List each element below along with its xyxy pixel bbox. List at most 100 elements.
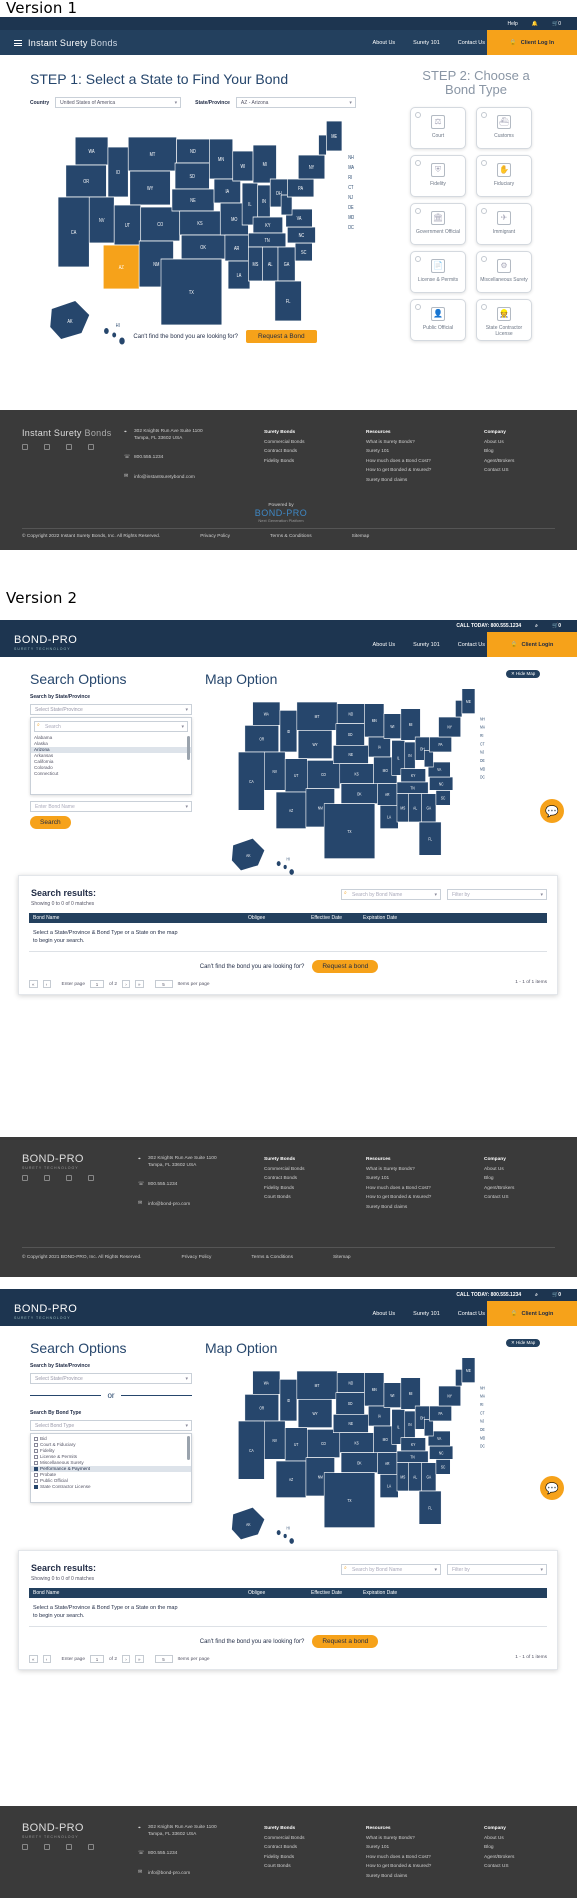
facebook-icon[interactable] (22, 1175, 28, 1181)
state-label[interactable]: MA (348, 165, 354, 171)
bond-type-card[interactable]: 👤 Public Official (410, 299, 466, 341)
footer-link[interactable]: Contract Bonds (264, 1174, 305, 1184)
footer-link[interactable]: Contract Bonds (264, 1843, 305, 1853)
state-label[interactable]: CT (348, 185, 353, 191)
bond-type-card[interactable]: ⛨ Fidelity (410, 155, 466, 197)
twitter-icon[interactable] (44, 444, 50, 450)
col-obligee[interactable]: Obligee (248, 1590, 311, 1596)
state-label[interactable]: NJ (348, 195, 353, 201)
powered-by-logo[interactable]: BOND-PRO (254, 508, 308, 518)
footer-email[interactable]: info@bond-pro.com (148, 1869, 217, 1879)
bond-type-card[interactable]: ✋ Fiduciary (476, 155, 532, 197)
first-page-button[interactable]: « (29, 1655, 38, 1663)
nav-about[interactable]: About Us (373, 40, 396, 46)
request-bond-button[interactable]: Request a bond (312, 960, 379, 973)
checkbox[interactable] (34, 1442, 38, 1447)
nav-surety101[interactable]: Surety 101 (413, 40, 440, 46)
type-select[interactable]: Select Bond Type (30, 1420, 192, 1431)
footer-link[interactable]: What is Surety Bonds? (366, 1834, 431, 1844)
per-page-select[interactable]: 5 (154, 1655, 173, 1663)
footer-link[interactable]: Contract Bonds (264, 447, 305, 457)
state-wv[interactable] (280, 194, 293, 216)
footer-link[interactable]: About Us (484, 438, 514, 448)
checkbox[interactable] (34, 1466, 38, 1471)
us-map-v2b[interactable]: WA OR CA ID NV MT WY UT AZ CO NM ND SD NE KS OK TX MN IA MO… (200, 1356, 520, 1556)
footer-link[interactable]: Agent/Brokers (484, 457, 514, 467)
state-label[interactable]: MD (480, 767, 485, 771)
footer-link[interactable]: Surety 101 (366, 1174, 431, 1184)
radio[interactable] (415, 112, 421, 118)
last-page-button[interactable]: » (135, 1655, 144, 1663)
state-hi[interactable] (276, 861, 281, 867)
client-login-button[interactable]: 🔒 Client Login (487, 632, 577, 657)
help-link[interactable]: Help (507, 21, 517, 27)
bond-type-card[interactable]: 🏛 Government Official (410, 203, 466, 245)
bondpro-logo[interactable]: BOND-PRO SURETY TECHNOLOGY (14, 634, 77, 654)
chat-icon[interactable]: 💬 (540, 1476, 564, 1500)
bond-type-card[interactable]: 👷 State Contractor License (476, 299, 532, 341)
col-bond-name[interactable]: Bond Name (33, 1590, 248, 1596)
state-hi[interactable] (289, 1538, 294, 1544)
page-input[interactable]: 1 (90, 1655, 104, 1663)
call-today[interactable]: CALL TODAY: 800.555.1234 (456, 1292, 521, 1298)
footer-link[interactable]: How to get Bonded & Insured? (366, 1862, 431, 1872)
footer-link[interactable]: Surety Bond claims (366, 1203, 431, 1213)
dropdown-scrollbar[interactable] (187, 736, 190, 760)
state-label[interactable]: CT (480, 742, 485, 746)
cart-icon[interactable]: 🛒0 (552, 623, 561, 629)
results-search-input[interactable]: Search by Bond Name (341, 1564, 441, 1575)
hide-map-button[interactable]: ✕ Hide Map (506, 670, 541, 678)
linkedin-icon[interactable] (66, 1844, 72, 1850)
state-label[interactable]: RI (480, 734, 483, 738)
state-label[interactable]: MA (480, 1394, 485, 1398)
footer-link[interactable]: Surety Bond claims (366, 476, 431, 486)
radio[interactable] (481, 208, 487, 214)
call-today[interactable]: CALL TODAY: 800.555.1234 (456, 623, 521, 629)
state-hi[interactable] (283, 864, 287, 870)
state-select[interactable]: AZ - Arizona (235, 97, 356, 108)
radio[interactable] (481, 160, 487, 166)
linkedin-icon[interactable] (66, 1175, 72, 1181)
cart-icon[interactable]: 🛒0 (552, 21, 561, 27)
state-vt[interactable] (455, 700, 463, 718)
state-wv[interactable] (424, 750, 434, 768)
youtube-icon[interactable] (88, 1175, 94, 1181)
youtube-icon[interactable] (88, 1844, 94, 1850)
linkedin-icon[interactable] (66, 444, 72, 450)
col-effective[interactable]: Effective Date (311, 915, 363, 921)
nav-surety101[interactable]: Surety 101 (413, 642, 440, 648)
per-page-select[interactable]: 5 (154, 980, 173, 988)
footer-phone[interactable]: 800.555.1234 (148, 1180, 217, 1190)
state-vt[interactable] (455, 1369, 463, 1387)
footer-link[interactable]: Contact US (484, 466, 514, 476)
state-option[interactable]: Connecticut (31, 771, 191, 777)
first-page-button[interactable]: « (29, 980, 38, 988)
filter-select[interactable]: Filter by (447, 1564, 547, 1575)
state-label[interactable]: DE (348, 205, 353, 211)
state-vt[interactable] (318, 134, 327, 156)
bond-type-card[interactable]: 📄 License & Permits (410, 251, 466, 293)
footer-phone[interactable]: 800.555.1234 (148, 1849, 217, 1859)
nav-contact[interactable]: Contact Us (458, 40, 485, 46)
footer-logo[interactable]: BOND-PRO SURETY TECHNOLOGY (22, 1154, 84, 1173)
terms-link[interactable]: Terms & Conditions (251, 1255, 293, 1260)
bell-icon[interactable]: 🔔 (532, 21, 538, 27)
radio[interactable] (481, 112, 487, 118)
footer-link[interactable]: About Us (484, 1834, 514, 1844)
request-bond-button[interactable]: Request a Bond (245, 330, 317, 343)
client-login-button[interactable]: 🔒 Client Login (487, 1301, 577, 1326)
footer-phone[interactable]: 800.555.1234 (134, 453, 203, 463)
footer-link[interactable]: Contact US (484, 1862, 514, 1872)
state-label[interactable]: CT (480, 1411, 485, 1415)
state-label[interactable]: RI (348, 175, 352, 181)
footer-link[interactable]: Blog (484, 1174, 514, 1184)
filter-select[interactable]: Filter by (447, 889, 547, 900)
footer-link[interactable]: Court Bonds (264, 1193, 305, 1203)
cart-icon[interactable]: 🛒0 (552, 1292, 561, 1298)
col-effective[interactable]: Effective Date (311, 1590, 363, 1596)
col-expiration[interactable]: Expiration Date (363, 1590, 397, 1596)
footer-link[interactable]: Commercial Bonds (264, 438, 305, 448)
request-bond-button[interactable]: Request a bond (312, 1635, 379, 1648)
next-page-button[interactable]: › (122, 1655, 131, 1663)
twitter-icon[interactable] (44, 1844, 50, 1850)
